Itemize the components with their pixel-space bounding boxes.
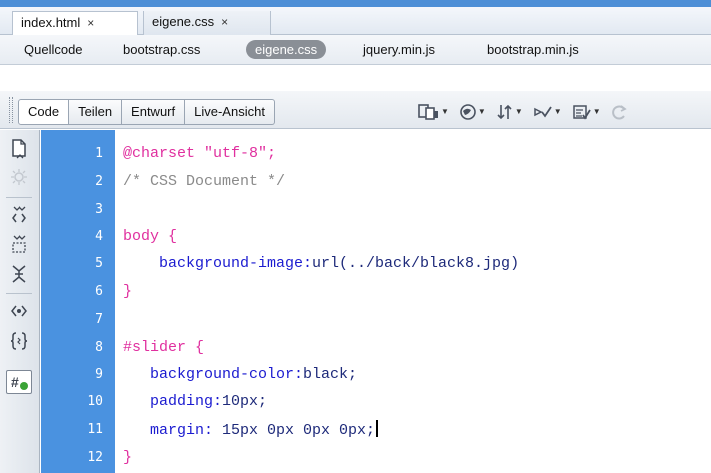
window-top-strip: [0, 0, 711, 7]
refresh-icon[interactable]: [611, 100, 627, 124]
code-line: background-color:black;: [123, 366, 358, 383]
line-number: 2: [95, 174, 103, 189]
code-line: background-image:url(../back/black8.jpg): [123, 255, 520, 272]
related-file-jquery[interactable]: jquery.min.js: [363, 42, 435, 57]
code-editor[interactable]: @charset "utf-8"; /* CSS Document */ bod…: [115, 130, 711, 473]
close-icon[interactable]: ×: [221, 15, 228, 29]
validate-icon[interactable]: ▼: [533, 100, 562, 124]
toolbar-icons: ▼ ▼ ▼ ▼ ▼: [418, 100, 627, 124]
code-line: }: [123, 283, 133, 300]
open-documents-icon[interactable]: [8, 138, 30, 165]
tab-eigene-css[interactable]: eigene.css ×: [143, 11, 271, 35]
line-number: 5: [95, 256, 103, 271]
related-file-bootstrap-css[interactable]: bootstrap.css: [123, 42, 200, 57]
tab-label: index.html: [21, 15, 81, 30]
line-number: 11: [87, 422, 103, 437]
related-file-eigene-css[interactable]: eigene.css: [246, 40, 327, 59]
browser-preview-icon[interactable]: ▼: [459, 100, 486, 124]
design-view-button[interactable]: Entwurf: [122, 99, 186, 125]
split-view-button[interactable]: Teilen: [69, 99, 123, 125]
code-line: /* CSS Document */: [123, 173, 286, 190]
code-line: }: [123, 449, 133, 466]
expand-all-icon[interactable]: [8, 264, 30, 289]
line-number: 1: [95, 146, 103, 161]
line-number: 8: [95, 340, 103, 355]
live-view-button[interactable]: Live-Ansicht: [185, 99, 275, 125]
line-number: 4: [95, 229, 103, 244]
line-number: 9: [95, 367, 103, 382]
svg-text:#: #: [11, 374, 19, 390]
coding-toolbar: #: [0, 130, 40, 473]
line-number: 10: [87, 394, 103, 409]
code-line: body {: [123, 228, 178, 245]
document-tab-bar: index.html × eigene.css ×: [0, 7, 711, 35]
wrap-tag-icon[interactable]: [8, 302, 30, 325]
code-line: margin: 15px 0px 0px 0px;: [123, 420, 379, 439]
close-icon[interactable]: ×: [87, 16, 94, 30]
line-number: 12: [87, 450, 103, 465]
line-number: 3: [95, 202, 103, 217]
related-files-bar: Quellcode bootstrap.css eigene.css jquer…: [0, 35, 711, 65]
line-number-gutter: 1 2 3 4 5 6 7 8 9 10 11 12: [41, 130, 115, 473]
apply-comment-icon[interactable]: [8, 331, 30, 356]
tab-index-html[interactable]: index.html ×: [12, 11, 138, 35]
text-cursor: [376, 420, 379, 437]
code-line: #slider {: [123, 339, 205, 356]
view-switcher: Code Teilen Entwurf Live-Ansicht: [18, 99, 275, 125]
related-file-bootstrap-js[interactable]: bootstrap.min.js: [487, 42, 579, 57]
toggle-highlight-icon[interactable]: [8, 168, 30, 191]
collapse-selection-icon[interactable]: [8, 234, 30, 259]
file-transfer-icon[interactable]: ▼: [496, 100, 523, 124]
document-toolbar: Code Teilen Entwurf Live-Ansicht ▼ ▼ ▼ ▼…: [0, 91, 711, 129]
toolbar-divider: [6, 293, 32, 294]
line-number: 6: [95, 284, 103, 299]
toolbar-divider: [6, 197, 32, 198]
related-file-source[interactable]: Quellcode: [24, 42, 83, 57]
tab-label: eigene.css: [152, 14, 215, 29]
code-line: padding:10px;: [123, 393, 268, 410]
code-view-button[interactable]: Code: [18, 99, 70, 125]
multiscreen-icon[interactable]: ▼: [418, 100, 449, 124]
format-source-icon[interactable]: #: [6, 370, 32, 394]
code-line: @charset "utf-8";: [123, 145, 277, 162]
toolbar-grip[interactable]: [9, 97, 13, 123]
collapse-tag-icon[interactable]: [8, 205, 30, 230]
visual-aids-icon[interactable]: ▼: [572, 100, 601, 124]
line-number: 7: [95, 312, 103, 327]
